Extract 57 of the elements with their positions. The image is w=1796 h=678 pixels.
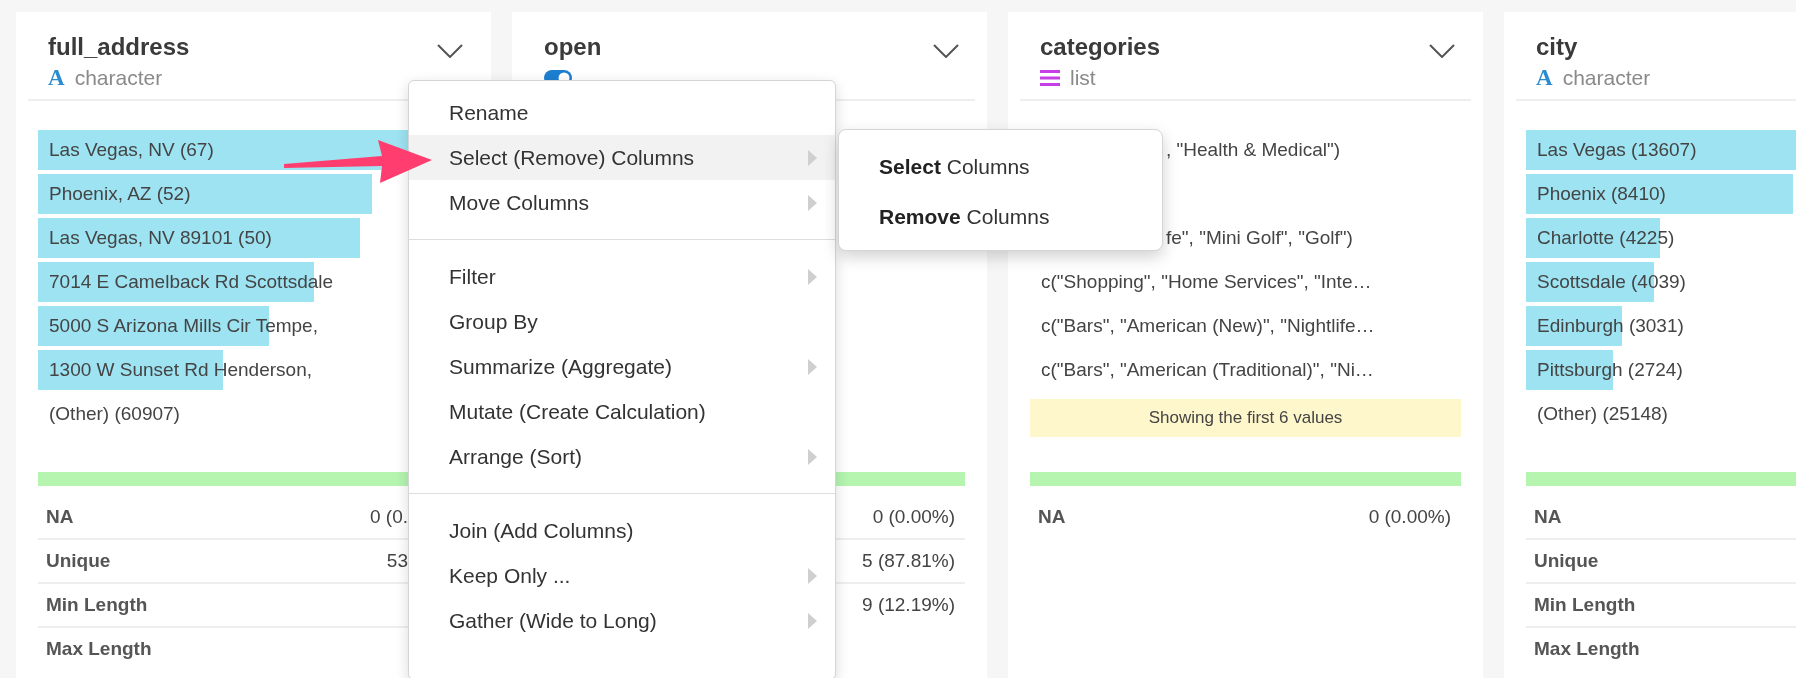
list-icon (1040, 70, 1060, 86)
info-banner: Showing the first 6 values (1030, 399, 1461, 437)
column-name: full_address (48, 32, 190, 62)
value-label: Phoenix, AZ (52) (48, 183, 191, 205)
chevron-down-icon[interactable] (933, 44, 959, 58)
menu-item[interactable]: Remove Columns (839, 192, 1162, 242)
stat-label: Unique (1534, 550, 1599, 572)
type-icon: A (1536, 65, 1553, 91)
column-type: character (1562, 66, 1651, 90)
chevron-down-icon[interactable] (1429, 44, 1455, 58)
menu-item[interactable]: Arrange (Sort) (409, 434, 835, 479)
stat-label: NA (46, 506, 74, 528)
column-type: list (1070, 66, 1096, 90)
value-label: Phoenix (8410) (1536, 183, 1666, 205)
column-name: categories (1040, 32, 1161, 62)
menu-item[interactable]: Rename (409, 90, 835, 135)
stat-label: Min Length (46, 594, 148, 616)
menu-item[interactable]: Summarize (Aggregate) (409, 344, 835, 389)
menu-item[interactable]: Keep Only ... (409, 553, 835, 598)
value-label: c("Bars", "American (Traditional)", "Ni… (1040, 359, 1374, 381)
menu-item[interactable]: Filter (409, 254, 835, 299)
value-label: Las Vegas, NV 89101 (50) (48, 227, 272, 249)
type-icon: A (48, 65, 65, 91)
stat-value: 9 (12.19%) (862, 594, 955, 616)
stat-label: Min Length (1534, 594, 1636, 616)
column-type: character (74, 66, 163, 90)
menu-item[interactable]: Select (Remove) Columns (409, 135, 835, 180)
stat-label: NA (1038, 506, 1066, 528)
value-label: c("Bars", "American (New)", "Nightlife… (1040, 315, 1375, 337)
stat-value: 53 (386, 550, 408, 572)
stat-label: Unique (46, 550, 111, 572)
menu-item[interactable]: Move Columns (409, 180, 835, 225)
menu-item[interactable]: Group By (409, 299, 835, 344)
menu-item[interactable]: Mutate (Create Calculation) (409, 389, 835, 434)
value-label: c("Shopping", "Home Services", "Inte… (1040, 271, 1372, 293)
value-label: , "Health & Medical") (1165, 139, 1340, 161)
menu-item[interactable]: Select Columns (839, 142, 1162, 192)
chevron-down-icon[interactable] (437, 44, 463, 58)
column-name: open (544, 32, 602, 62)
value-label: 5000 S Arizona Mills Cir Tempe, (48, 315, 318, 337)
value-label: (Other) (25148) (1536, 403, 1668, 425)
column-name: city (1536, 32, 1579, 62)
stat-label: NA (1534, 506, 1562, 528)
value-label: fe", "Mini Golf", "Golf") (1165, 227, 1353, 249)
menu-item[interactable]: Gather (Wide to Long) (409, 598, 835, 643)
value-label: (Other) (60907) (48, 403, 180, 425)
stat-value: 0 (0. (369, 506, 408, 528)
value-label: Las Vegas (13607) (1536, 139, 1697, 161)
value-label: Scottsdale (4039) (1536, 271, 1686, 293)
value-label: 1300 W Sunset Rd Henderson, (48, 359, 312, 381)
stat-value: 5 (87.81%) (862, 550, 955, 572)
value-label: Las Vegas, NV (67) (48, 139, 214, 161)
menu-item[interactable]: Join (Add Columns) (409, 508, 835, 553)
stat-value: 0 (0.00%) (872, 506, 955, 528)
stat-value: 0 (0.00%) (1368, 506, 1451, 528)
stat-label: Max Length (1534, 638, 1640, 660)
stat-label: Max Length (46, 638, 152, 660)
